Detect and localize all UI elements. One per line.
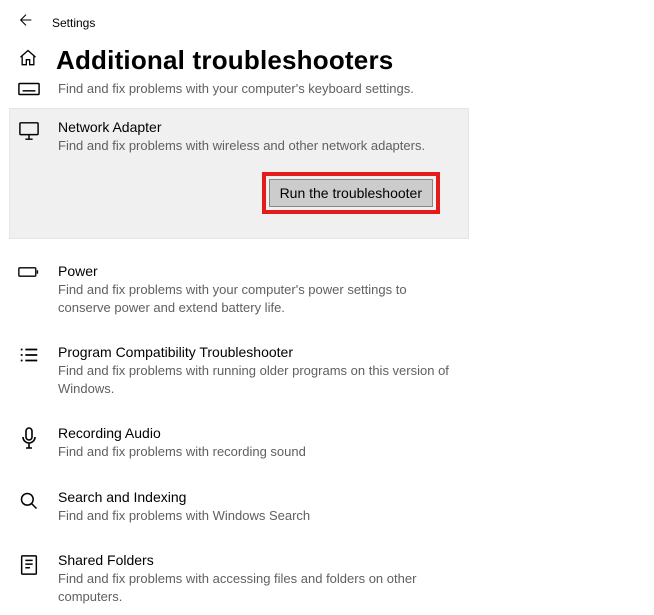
list-item[interactable]: Recording Audio Find and fix problems wi… xyxy=(0,415,654,471)
item-description: Find and fix problems with accessing fil… xyxy=(58,570,458,605)
item-description: Find and fix problems with running older… xyxy=(58,362,458,397)
list-item-network-adapter[interactable]: Network Adapter Find and fix problems wi… xyxy=(9,108,469,240)
item-description: Find and fix problems with recording sou… xyxy=(58,443,458,461)
item-title: Search and Indexing xyxy=(58,489,640,505)
item-title: Program Compatibility Troubleshooter xyxy=(58,344,640,360)
folder-icon xyxy=(18,552,40,576)
item-title: Shared Folders xyxy=(58,552,640,568)
back-arrow-icon[interactable] xyxy=(18,12,34,33)
item-description: Find and fix problems with Windows Searc… xyxy=(58,507,458,525)
page-title: Additional troubleshooters xyxy=(56,45,393,76)
list-item[interactable]: Program Compatibility Troubleshooter Fin… xyxy=(0,334,654,407)
item-description: Find and fix problems with your computer… xyxy=(58,281,458,316)
list-item[interactable]: Search and Indexing Find and fix problem… xyxy=(0,479,654,535)
window-header: Settings xyxy=(0,0,654,41)
list-icon xyxy=(18,344,40,364)
troubleshooter-list: Find and fix problems with your computer… xyxy=(0,80,654,615)
item-title: Power xyxy=(58,263,640,279)
item-title: Network Adapter xyxy=(58,119,454,135)
keyboard-icon xyxy=(18,80,40,98)
battery-icon xyxy=(18,263,40,279)
search-icon xyxy=(18,489,40,511)
run-troubleshooter-button[interactable]: Run the troubleshooter xyxy=(269,179,433,207)
window-title: Settings xyxy=(52,16,95,30)
list-item[interactable]: Shared Folders Find and fix problems wit… xyxy=(0,542,654,615)
microphone-icon xyxy=(18,425,40,451)
home-icon[interactable] xyxy=(18,48,38,73)
list-item[interactable]: Find and fix problems with your computer… xyxy=(0,80,654,98)
item-description: Find and fix problems with your computer… xyxy=(58,80,458,98)
item-description: Find and fix problems with wireless and … xyxy=(58,137,454,155)
highlight-box: Run the troubleshooter xyxy=(262,172,440,214)
list-item[interactable]: Power Find and fix problems with your co… xyxy=(0,253,654,326)
item-title: Recording Audio xyxy=(58,425,640,441)
monitor-icon xyxy=(18,119,40,141)
